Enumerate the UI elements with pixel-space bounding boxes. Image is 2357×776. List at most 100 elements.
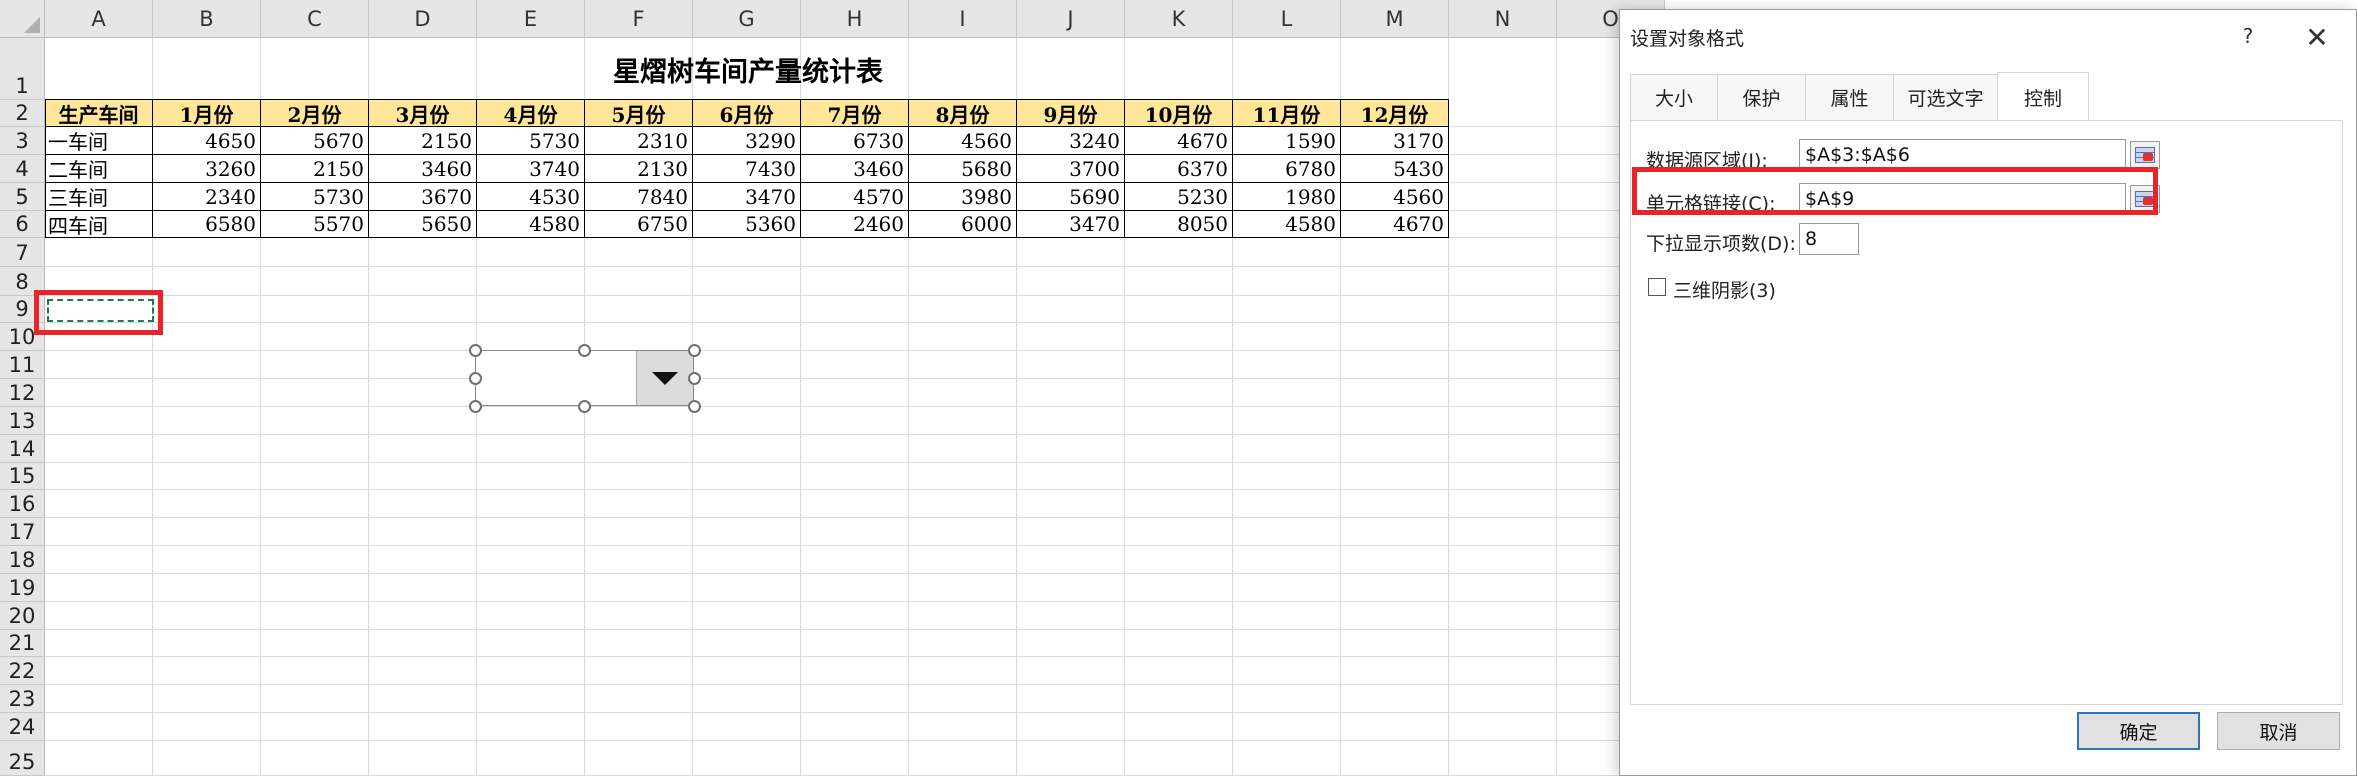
output-value-cell[interactable]: 2340 — [153, 183, 261, 211]
output-value-cell[interactable]: 3260 — [153, 155, 261, 183]
output-value-cell[interactable]: 1980 — [1233, 183, 1341, 211]
row-header-21[interactable]: 21 — [0, 630, 45, 657]
column-header-m[interactable]: M — [1341, 0, 1449, 38]
output-value-cell[interactable]: 4570 — [801, 183, 909, 211]
workshop-name-cell[interactable]: 三车间 — [45, 183, 153, 211]
column-header-f[interactable]: F — [585, 0, 693, 38]
3d-shading-checkbox[interactable] — [1648, 278, 1666, 296]
output-value-cell[interactable]: 4650 — [153, 127, 261, 155]
table-header-cell[interactable]: 7月份 — [801, 100, 909, 127]
row-header-14[interactable]: 14 — [0, 435, 45, 463]
output-value-cell[interactable]: 3470 — [1017, 211, 1125, 238]
ok-button[interactable]: 确定 — [2077, 712, 2200, 750]
output-value-cell[interactable]: 5570 — [261, 211, 369, 238]
output-value-cell[interactable]: 2310 — [585, 127, 693, 155]
close-icon[interactable]: ✕ — [2300, 20, 2334, 54]
output-value-cell[interactable]: 6750 — [585, 211, 693, 238]
output-value-cell[interactable]: 3740 — [477, 155, 585, 183]
help-icon[interactable]: ? — [2234, 22, 2262, 50]
output-value-cell[interactable]: 5730 — [477, 127, 585, 155]
column-header-c[interactable]: C — [261, 0, 369, 38]
row-header-4[interactable]: 4 — [0, 155, 45, 183]
output-value-cell[interactable]: 4560 — [909, 127, 1017, 155]
row-header-23[interactable]: 23 — [0, 685, 45, 713]
row-header-17[interactable]: 17 — [0, 518, 45, 546]
column-header-b[interactable]: B — [153, 0, 261, 38]
column-header-a[interactable]: A — [45, 0, 153, 38]
row-header-12[interactable]: 12 — [0, 379, 45, 407]
output-value-cell[interactable]: 5430 — [1341, 155, 1449, 183]
output-value-cell[interactable]: 5360 — [693, 211, 801, 238]
output-value-cell[interactable]: 4670 — [1341, 211, 1449, 238]
table-header-cell[interactable]: 9月份 — [1017, 100, 1125, 127]
output-value-cell[interactable]: 5690 — [1017, 183, 1125, 211]
column-header-n[interactable]: N — [1449, 0, 1557, 38]
column-header-g[interactable]: G — [693, 0, 801, 38]
resize-handle[interactable] — [688, 400, 701, 413]
output-value-cell[interactable]: 3240 — [1017, 127, 1125, 155]
output-value-cell[interactable]: 4580 — [1233, 211, 1341, 238]
output-value-cell[interactable]: 3470 — [693, 183, 801, 211]
table-header-cell[interactable]: 2月份 — [261, 100, 369, 127]
output-value-cell[interactable]: 2460 — [801, 211, 909, 238]
output-value-cell[interactable]: 2150 — [369, 127, 477, 155]
output-value-cell[interactable]: 4670 — [1125, 127, 1233, 155]
row-header-16[interactable]: 16 — [0, 490, 45, 518]
row-header-18[interactable]: 18 — [0, 546, 45, 574]
output-value-cell[interactable]: 4530 — [477, 183, 585, 211]
workshop-name-cell[interactable]: 四车间 — [45, 211, 153, 238]
output-value-cell[interactable]: 3460 — [801, 155, 909, 183]
combo-dropdown-button[interactable] — [636, 351, 693, 405]
output-value-cell[interactable]: 6730 — [801, 127, 909, 155]
tab-size[interactable]: 大小 — [1630, 74, 1718, 120]
resize-handle[interactable] — [469, 400, 482, 413]
row-header-13[interactable]: 13 — [0, 407, 45, 435]
resize-handle[interactable] — [469, 372, 482, 385]
column-header-j[interactable]: J — [1017, 0, 1125, 38]
output-value-cell[interactable]: 6370 — [1125, 155, 1233, 183]
output-value-cell[interactable]: 1590 — [1233, 127, 1341, 155]
output-value-cell[interactable]: 6000 — [909, 211, 1017, 238]
table-header-cell[interactable]: 12月份 — [1341, 100, 1449, 127]
select-all-corner[interactable] — [0, 0, 45, 38]
column-header-h[interactable]: H — [801, 0, 909, 38]
row-header-15[interactable]: 15 — [0, 463, 45, 490]
row-header-6[interactable]: 6 — [0, 211, 45, 238]
output-value-cell[interactable]: 3980 — [909, 183, 1017, 211]
row-header-2[interactable]: 2 — [0, 100, 45, 127]
table-header-cell[interactable]: 10月份 — [1125, 100, 1233, 127]
output-value-cell[interactable]: 3170 — [1341, 127, 1449, 155]
cancel-button[interactable]: 取消 — [2217, 712, 2340, 750]
row-header-1[interactable]: 1 — [0, 38, 45, 100]
workshop-name-cell[interactable]: 一车间 — [45, 127, 153, 155]
output-value-cell[interactable]: 4560 — [1341, 183, 1449, 211]
output-value-cell[interactable]: 5680 — [909, 155, 1017, 183]
row-header-5[interactable]: 5 — [0, 183, 45, 211]
workshop-name-cell[interactable]: 二车间 — [45, 155, 153, 183]
output-value-cell[interactable]: 8050 — [1125, 211, 1233, 238]
output-value-cell[interactable]: 7840 — [585, 183, 693, 211]
table-header-cell[interactable]: 5月份 — [585, 100, 693, 127]
resize-handle[interactable] — [578, 344, 591, 357]
output-value-cell[interactable]: 6580 — [153, 211, 261, 238]
table-header-cell[interactable]: 8月份 — [909, 100, 1017, 127]
tab-protection[interactable]: 保护 — [1717, 74, 1806, 120]
sheet-title[interactable]: 星熠树车间产量统计表 — [45, 38, 1451, 100]
output-value-cell[interactable]: 2130 — [585, 155, 693, 183]
dropdown-lines-input[interactable]: 8 — [1799, 223, 1859, 255]
output-value-cell[interactable]: 5230 — [1125, 183, 1233, 211]
table-header-cell[interactable]: 生产车间 — [45, 100, 153, 127]
row-header-11[interactable]: 11 — [0, 351, 45, 379]
tab-control[interactable]: 控制 — [1997, 72, 2089, 121]
table-header-cell[interactable]: 4月份 — [477, 100, 585, 127]
row-header-19[interactable]: 19 — [0, 574, 45, 602]
row-header-3[interactable]: 3 — [0, 127, 45, 155]
output-value-cell[interactable]: 3670 — [369, 183, 477, 211]
output-value-cell[interactable]: 3460 — [369, 155, 477, 183]
row-header-22[interactable]: 22 — [0, 657, 45, 685]
resize-handle[interactable] — [688, 372, 701, 385]
output-value-cell[interactable]: 7430 — [693, 155, 801, 183]
column-header-k[interactable]: K — [1125, 0, 1233, 38]
column-header-d[interactable]: D — [369, 0, 477, 38]
tab-properties[interactable]: 属性 — [1805, 74, 1894, 120]
